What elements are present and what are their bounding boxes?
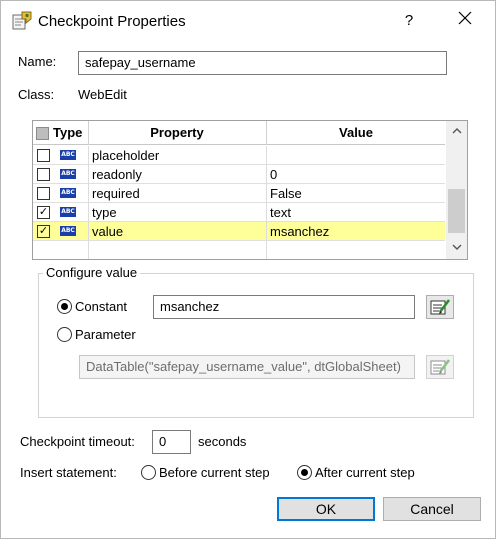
help-button[interactable]: ? <box>397 9 421 33</box>
grid-row-readonly[interactable]: ABC readonly 0 <box>33 165 445 184</box>
configure-value-title: Configure value <box>43 265 141 280</box>
checkpoint-timeout-label: Checkpoint timeout: <box>20 434 135 449</box>
row-checkbox[interactable] <box>37 187 50 200</box>
title-bar[interactable]: Checkpoint Properties ? <box>1 1 495 41</box>
insert-statement-label: Insert statement: <box>20 465 117 480</box>
row-checkbox[interactable]: ✓ <box>37 225 50 238</box>
dialog-title: Checkpoint Properties <box>38 13 186 30</box>
row-checkbox[interactable] <box>37 168 50 181</box>
edit-value-icon <box>430 299 451 315</box>
column-header-value[interactable]: Value <box>267 125 445 140</box>
grid-row-placeholder[interactable]: ABC placeholder <box>33 146 445 165</box>
name-field[interactable]: safepay_username <box>78 51 447 75</box>
parameter-radio[interactable] <box>57 327 72 342</box>
class-value: WebEdit <box>78 87 127 102</box>
text-type-icon: ABC <box>60 169 76 179</box>
grid-row-type[interactable]: ✓ ABC type text <box>33 203 445 222</box>
scroll-up-arrow-icon[interactable] <box>446 121 467 142</box>
text-type-icon: ABC <box>60 226 76 236</box>
text-type-icon: ABC <box>60 207 76 217</box>
checkpoint-timeout-field[interactable]: 0 <box>152 430 191 454</box>
constant-radio[interactable] <box>57 299 72 314</box>
row-value[interactable]: False <box>270 186 442 201</box>
select-all-checkbox[interactable] <box>36 127 49 140</box>
before-current-step-label[interactable]: Before current step <box>159 465 270 480</box>
class-label: Class: <box>18 87 55 102</box>
row-value[interactable]: text <box>270 205 442 220</box>
grid-row-empty <box>33 241 445 259</box>
cancel-button[interactable]: Cancel <box>383 497 481 521</box>
row-property: type <box>92 205 117 220</box>
before-current-step-radio[interactable] <box>141 465 156 480</box>
row-property: value <box>92 224 124 239</box>
name-label: Name: <box>18 54 57 69</box>
parameter-label[interactable]: Parameter <box>75 327 136 342</box>
text-type-icon: ABC <box>60 188 76 198</box>
edit-constant-button[interactable] <box>426 295 454 319</box>
scroll-down-arrow-icon[interactable] <box>446 238 467 259</box>
text-type-icon: ABC <box>60 150 76 160</box>
column-header-property[interactable]: Property <box>89 125 265 140</box>
grid-row-value[interactable]: ✓ ABC value msanchez <box>33 222 445 241</box>
checkpoint-app-icon <box>12 11 32 31</box>
grid-row-required[interactable]: ABC required False <box>33 184 445 203</box>
row-checkbox[interactable]: ✓ <box>37 206 50 219</box>
row-value[interactable]: msanchez <box>270 224 442 239</box>
scroll-thumb[interactable] <box>448 189 465 233</box>
edit-parameter-button <box>426 355 454 379</box>
after-current-step-radio[interactable] <box>297 465 312 480</box>
grid-vertical-scrollbar[interactable] <box>446 121 467 259</box>
ok-button[interactable]: OK <box>277 497 375 521</box>
timeout-unit-label: seconds <box>198 434 247 449</box>
row-checkbox[interactable] <box>37 149 50 162</box>
row-property: required <box>92 186 140 201</box>
grid-header: Type Property Value <box>33 121 445 145</box>
close-icon <box>458 11 472 25</box>
parameter-value-field: DataTable("safepay_username_value", dtGl… <box>79 355 415 379</box>
checkpoint-properties-dialog: Checkpoint Properties ? Name: safepay_us… <box>0 0 496 539</box>
close-button[interactable] <box>451 9 479 33</box>
edit-parameter-icon <box>430 359 451 375</box>
constant-value-field[interactable]: msanchez <box>153 295 415 319</box>
after-current-step-label[interactable]: After current step <box>315 465 415 480</box>
constant-label[interactable]: Constant <box>75 299 127 314</box>
row-property: readonly <box>92 167 142 182</box>
column-header-type[interactable]: Type <box>53 125 82 140</box>
property-grid[interactable]: Type Property Value ABC placeholder ABC … <box>32 120 468 260</box>
row-property: placeholder <box>92 148 160 163</box>
row-value[interactable]: 0 <box>270 167 442 182</box>
